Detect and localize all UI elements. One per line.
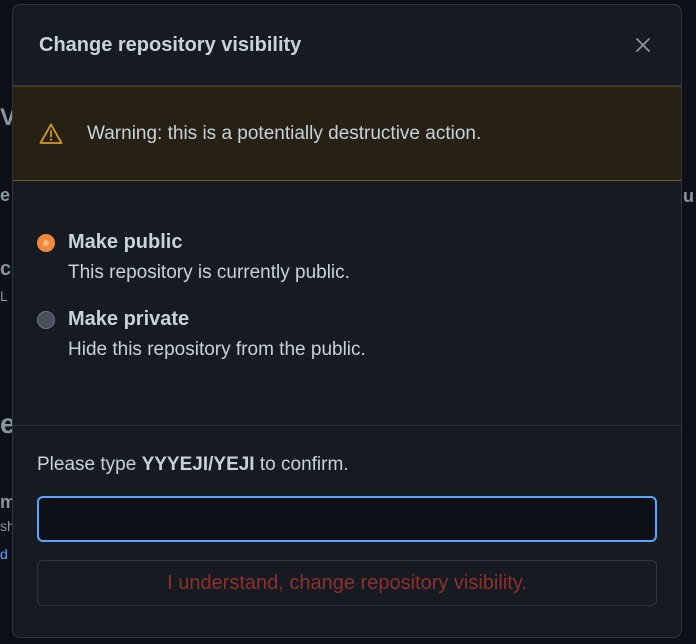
backdrop-fragment: e: [0, 408, 12, 439]
confirm-section: Please type YYYEJI/YEJI to confirm. I un…: [13, 426, 681, 606]
confirm-prompt-prefix: Please type: [37, 454, 142, 475]
close-icon: [636, 38, 650, 52]
close-button[interactable]: [631, 33, 655, 57]
option-description: This repository is currently public.: [68, 262, 350, 283]
option-make-private[interactable]: Make private Hide this repository from t…: [37, 308, 681, 361]
confirm-repo-name: YYYEJI/YEJI: [141, 454, 255, 475]
visibility-options: Make public This repository is currently…: [13, 181, 681, 426]
confirm-input[interactable]: [37, 496, 657, 542]
option-description: Hide this repository from the public.: [68, 339, 366, 360]
backdrop-fragment: e: [0, 185, 11, 205]
backdrop-fragment: sh: [0, 518, 12, 534]
make-private-radio[interactable]: [37, 311, 55, 329]
option-label: Make public: [68, 231, 183, 253]
dialog-header: Change repository visibility: [13, 5, 681, 86]
backdrop-fragment: cl: [0, 258, 12, 280]
warning-text: Warning: this is a potentially destructi…: [87, 122, 482, 144]
confirm-prompt-suffix: to confirm.: [254, 454, 349, 475]
dialog-title: Change repository visibility: [39, 33, 302, 56]
confirm-prompt: Please type YYYEJI/YEJI to confirm.: [37, 454, 657, 476]
option-make-public[interactable]: Make public This repository is currently…: [37, 231, 681, 284]
warning-banner: Warning: this is a potentially destructi…: [13, 86, 681, 181]
confirm-button[interactable]: I understand, change repository visibili…: [37, 560, 657, 606]
option-label: Make private: [68, 308, 190, 330]
make-public-radio[interactable]: [37, 234, 55, 252]
backdrop-fragment: d: [0, 546, 8, 562]
alert-icon: [39, 123, 63, 144]
backdrop-fragment: L: [0, 288, 8, 304]
backdrop-fragment: V: [0, 104, 12, 131]
backdrop-fragment: u: [683, 186, 694, 206]
visibility-dialog: Change repository visibility Warning: th…: [12, 4, 682, 638]
backdrop-fragment: m: [0, 492, 12, 512]
